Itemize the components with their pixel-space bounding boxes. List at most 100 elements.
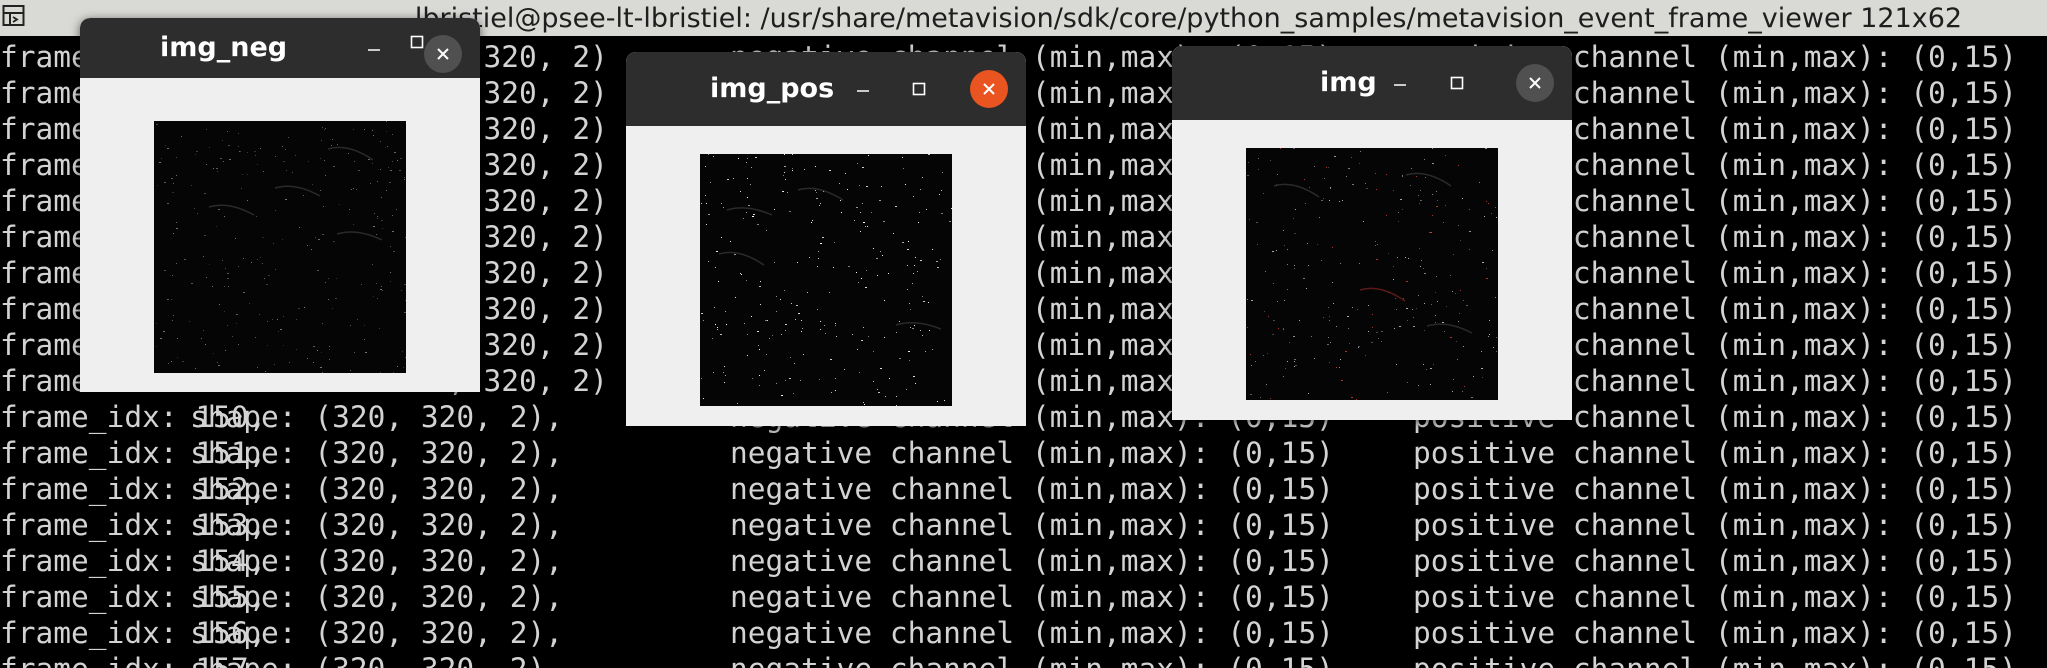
event-pixel bbox=[1450, 337, 1452, 338]
event-pixel bbox=[1484, 216, 1485, 217]
event-pixel bbox=[1270, 160, 1271, 161]
event-pixel bbox=[730, 241, 731, 242]
close-icon[interactable] bbox=[1516, 64, 1554, 102]
event-pixel bbox=[920, 189, 921, 190]
event-pixel bbox=[1386, 174, 1387, 175]
window-img-neg-titlebar[interactable]: img_neg bbox=[80, 18, 480, 78]
event-pixel bbox=[160, 338, 162, 339]
minimize-icon[interactable] bbox=[844, 70, 882, 108]
event-pixel bbox=[815, 190, 816, 191]
event-pixel bbox=[789, 378, 791, 379]
minimize-icon[interactable] bbox=[355, 29, 393, 67]
event-pixel bbox=[1430, 384, 1431, 385]
event-pixel bbox=[1435, 322, 1436, 323]
event-pixel bbox=[1263, 193, 1264, 194]
event-pixel bbox=[820, 321, 821, 322]
desktop-screen: lbristiel@psee-lt-lbristiel: /usr/share/… bbox=[0, 0, 2047, 668]
event-pixel bbox=[866, 186, 868, 187]
event-pixel bbox=[321, 352, 322, 353]
event-pixel bbox=[1334, 156, 1336, 157]
event-pixel bbox=[1345, 351, 1347, 352]
event-pixel bbox=[227, 278, 229, 279]
frame-index-text: frame bbox=[0, 364, 89, 398]
terminal-line: frame_idx: 152, shape: (320, 320, 2), nega… bbox=[0, 471, 2047, 507]
event-pixel bbox=[785, 179, 786, 180]
event-pixel bbox=[1458, 165, 1459, 166]
event-pixel bbox=[394, 152, 396, 153]
positive-channel-text: positive channel (min,max): (0,15) bbox=[1413, 544, 2017, 578]
event-pixel bbox=[217, 171, 218, 172]
event-pixel bbox=[868, 155, 869, 156]
negative-channel-text: negative channel (min,max): (0,15) bbox=[730, 508, 1334, 542]
event-pixel bbox=[251, 262, 252, 263]
event-pixel bbox=[238, 266, 239, 267]
event-pixel bbox=[405, 357, 406, 358]
window-img-titlebar[interactable]: img bbox=[1172, 46, 1572, 120]
event-pixel bbox=[1424, 273, 1426, 274]
event-pixel bbox=[1399, 326, 1401, 327]
event-pixel bbox=[907, 249, 909, 250]
event-pixel bbox=[268, 275, 270, 276]
event-pixel bbox=[746, 212, 747, 213]
window-img-pos[interactable]: img_pos bbox=[626, 52, 1026, 426]
maximize-icon[interactable] bbox=[1438, 64, 1476, 102]
event-pixel bbox=[884, 300, 885, 301]
window-img-neg[interactable]: img_neg bbox=[80, 18, 480, 392]
window-img-pos-titlebar[interactable]: img_pos bbox=[626, 52, 1026, 126]
event-pixel bbox=[405, 300, 406, 301]
event-pixel bbox=[238, 133, 239, 134]
event-pixel bbox=[206, 277, 207, 278]
event-pixel bbox=[390, 281, 391, 282]
event-pixel bbox=[303, 195, 304, 196]
event-pixel bbox=[1432, 163, 1434, 164]
event-pixel bbox=[1273, 320, 1275, 321]
event-pixel bbox=[1443, 222, 1444, 223]
event-pixel bbox=[1419, 248, 1420, 249]
close-icon[interactable] bbox=[424, 35, 462, 73]
shape-text: shape: (320, 320, 2), bbox=[190, 508, 563, 542]
close-icon[interactable] bbox=[970, 70, 1008, 108]
event-pixel bbox=[354, 161, 355, 162]
event-pixel bbox=[197, 213, 198, 214]
event-pixel bbox=[757, 224, 759, 225]
event-pixel bbox=[263, 171, 264, 172]
event-pixel bbox=[856, 207, 858, 208]
event-pixel bbox=[335, 298, 337, 299]
event-pixel bbox=[322, 372, 323, 373]
event-pixel bbox=[386, 190, 387, 191]
event-pixel bbox=[212, 286, 213, 287]
event-pixel bbox=[740, 273, 741, 274]
event-pixel bbox=[819, 379, 820, 380]
event-pixel bbox=[1326, 167, 1327, 168]
event-pixel bbox=[1358, 346, 1360, 347]
event-pixel bbox=[260, 257, 261, 258]
event-pixel bbox=[1420, 190, 1421, 191]
event-pixel bbox=[746, 162, 747, 163]
event-pixel bbox=[818, 258, 819, 259]
event-pixel bbox=[324, 160, 325, 161]
event-pixel bbox=[222, 260, 223, 261]
event-pixel bbox=[1430, 368, 1432, 369]
event-pixel bbox=[243, 258, 244, 259]
minimize-icon[interactable] bbox=[1381, 64, 1419, 102]
event-pixel bbox=[716, 251, 718, 252]
event-pixel bbox=[949, 221, 951, 222]
window-img[interactable]: img bbox=[1172, 46, 1572, 420]
event-pixel bbox=[774, 262, 775, 263]
event-pixel bbox=[1489, 320, 1490, 321]
event-pixel bbox=[386, 131, 387, 132]
event-pixel bbox=[177, 357, 178, 358]
event-pixel bbox=[1372, 314, 1373, 315]
event-pixel bbox=[1332, 247, 1333, 248]
event-pixel bbox=[259, 314, 260, 315]
maximize-icon[interactable] bbox=[900, 70, 938, 108]
event-pixel bbox=[944, 400, 945, 401]
event-pixel bbox=[784, 290, 785, 291]
event-pixel bbox=[877, 389, 878, 390]
event-pixel bbox=[1255, 361, 1256, 362]
event-pixel bbox=[888, 273, 889, 274]
event-pixel bbox=[865, 287, 867, 288]
event-pixel bbox=[1323, 317, 1324, 318]
event-pixel bbox=[1482, 262, 1484, 263]
event-pixel bbox=[381, 220, 383, 221]
